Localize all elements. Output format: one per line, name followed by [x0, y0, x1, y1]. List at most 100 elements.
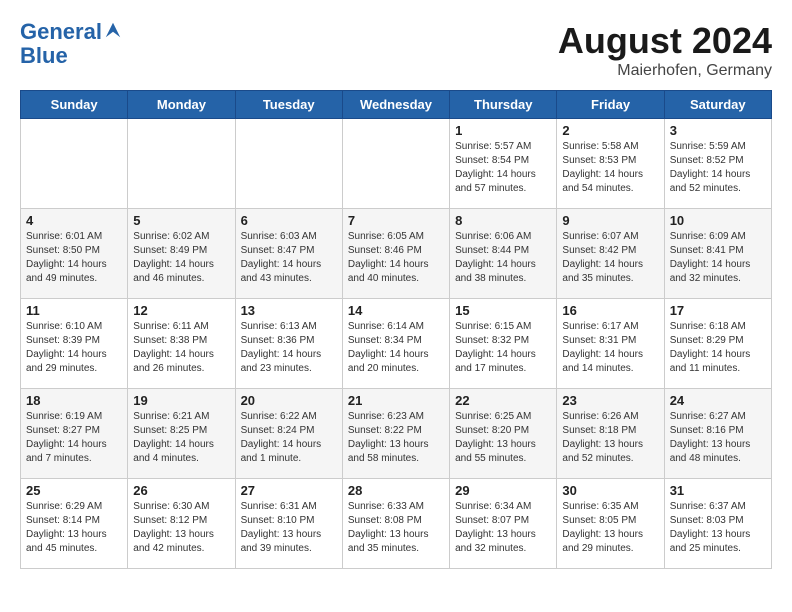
day-number: 30: [562, 483, 658, 498]
day-number: 12: [133, 303, 229, 318]
calendar-cell: 11Sunrise: 6:10 AM Sunset: 8:39 PM Dayli…: [21, 299, 128, 389]
day-info: Sunrise: 6:33 AM Sunset: 8:08 PM Dayligh…: [348, 500, 444, 556]
calendar-cell: 13 Sunrise: 6:13 AM Sunset: 8:36 PM Dayli…: [235, 299, 342, 389]
weekday-header-friday: Friday: [557, 91, 664, 119]
calendar-body: 1Sunrise: 5:57 AM Sunset: 8:54 PM Daylig…: [21, 119, 772, 569]
weekday-header-monday: Monday: [128, 91, 235, 119]
day-number: 22: [455, 393, 551, 408]
calendar-week-row: 25 Sunrise: 6:29 AM Sunset: 8:14 PM Dayli…: [21, 479, 772, 569]
calendar-cell: 17 Sunrise: 6:18 AM Sunset: 8:29 PM Dayli…: [664, 299, 771, 389]
calendar-cell: 8 Sunrise: 6:06 AM Sunset: 8:44 PM Daylig…: [450, 209, 557, 299]
logo: General Blue: [20, 20, 122, 68]
day-info: Sunrise: 6:29 AM Sunset: 8:14 PM Dayligh…: [26, 500, 122, 556]
calendar-cell: [128, 119, 235, 209]
day-info: Sunrise: 6:18 AM Sunset: 8:29 PM Dayligh…: [670, 320, 766, 376]
day-number: 19: [133, 393, 229, 408]
day-info: Sunrise: 6:10 AM Sunset: 8:39 PM Dayligh…: [26, 320, 122, 376]
calendar-cell: 2 Sunrise: 5:58 AM Sunset: 8:53 PM Daylig…: [557, 119, 664, 209]
calendar-header: SundayMondayTuesdayWednesdayThursdayFrid…: [21, 91, 772, 119]
day-info: Sunrise: 6:19 AM Sunset: 8:27 PM Dayligh…: [26, 410, 122, 466]
day-info: Sunrise: 6:34 AM Sunset: 8:07 PM Dayligh…: [455, 500, 551, 556]
day-number: 23: [562, 393, 658, 408]
day-number: 7: [348, 213, 444, 228]
calendar-week-row: 18 Sunrise: 6:19 AM Sunset: 8:27 PM Dayli…: [21, 389, 772, 479]
weekday-header-wednesday: Wednesday: [342, 91, 449, 119]
day-info: Sunrise: 6:06 AM Sunset: 8:44 PM Dayligh…: [455, 230, 551, 286]
calendar-cell: [235, 119, 342, 209]
day-info: Sunrise: 6:21 AM Sunset: 8:25 PM Dayligh…: [133, 410, 229, 466]
day-info: Sunrise: 6:25 AM Sunset: 8:20 PM Dayligh…: [455, 410, 551, 466]
day-info: Sunrise: 6:17 AM Sunset: 8:31 PM Dayligh…: [562, 320, 658, 376]
day-info: Sunrise: 6:31 AM Sunset: 8:10 PM Dayligh…: [241, 500, 337, 556]
day-info: Sunrise: 5:59 AM Sunset: 8:52 PM Dayligh…: [670, 140, 766, 196]
day-number: 13: [241, 303, 337, 318]
calendar-cell: [342, 119, 449, 209]
calendar-cell: 22 Sunrise: 6:25 AM Sunset: 8:20 PM Dayli…: [450, 389, 557, 479]
day-info: Sunrise: 6:26 AM Sunset: 8:18 PM Dayligh…: [562, 410, 658, 466]
calendar-cell: 10Sunrise: 6:09 AM Sunset: 8:41 PM Dayli…: [664, 209, 771, 299]
weekday-header-sunday: Sunday: [21, 91, 128, 119]
calendar-week-row: 4Sunrise: 6:01 AM Sunset: 8:50 PM Daylig…: [21, 209, 772, 299]
title-block: August 2024 Maierhofen, Germany: [558, 20, 772, 80]
day-info: Sunrise: 6:03 AM Sunset: 8:47 PM Dayligh…: [241, 230, 337, 286]
calendar-cell: 15 Sunrise: 6:15 AM Sunset: 8:32 PM Dayli…: [450, 299, 557, 389]
day-number: 18: [26, 393, 122, 408]
calendar-cell: 19 Sunrise: 6:21 AM Sunset: 8:25 PM Dayli…: [128, 389, 235, 479]
calendar-cell: 12 Sunrise: 6:11 AM Sunset: 8:38 PM Dayli…: [128, 299, 235, 389]
calendar-cell: 26Sunrise: 6:30 AM Sunset: 8:12 PM Dayli…: [128, 479, 235, 569]
calendar-week-row: 1Sunrise: 5:57 AM Sunset: 8:54 PM Daylig…: [21, 119, 772, 209]
calendar-cell: 5Sunrise: 6:02 AM Sunset: 8:49 PM Daylig…: [128, 209, 235, 299]
calendar-cell: 21 Sunrise: 6:23 AM Sunset: 8:22 PM Dayli…: [342, 389, 449, 479]
calendar-cell: 24Sunrise: 6:27 AM Sunset: 8:16 PM Dayli…: [664, 389, 771, 479]
day-info: Sunrise: 6:22 AM Sunset: 8:24 PM Dayligh…: [241, 410, 337, 466]
day-info: Sunrise: 6:07 AM Sunset: 8:42 PM Dayligh…: [562, 230, 658, 286]
day-info: Sunrise: 6:13 AM Sunset: 8:36 PM Dayligh…: [241, 320, 337, 376]
day-number: 6: [241, 213, 337, 228]
day-info: Sunrise: 6:35 AM Sunset: 8:05 PM Dayligh…: [562, 500, 658, 556]
calendar-cell: 3 Sunrise: 5:59 AM Sunset: 8:52 PM Daylig…: [664, 119, 771, 209]
month-year: August 2024: [558, 20, 772, 62]
calendar-cell: 31 Sunrise: 6:37 AM Sunset: 8:03 PM Dayli…: [664, 479, 771, 569]
day-info: Sunrise: 6:14 AM Sunset: 8:34 PM Dayligh…: [348, 320, 444, 376]
weekday-header-thursday: Thursday: [450, 91, 557, 119]
calendar-cell: 23 Sunrise: 6:26 AM Sunset: 8:18 PM Dayli…: [557, 389, 664, 479]
calendar-cell: 6 Sunrise: 6:03 AM Sunset: 8:47 PM Daylig…: [235, 209, 342, 299]
day-number: 14: [348, 303, 444, 318]
day-info: Sunrise: 6:23 AM Sunset: 8:22 PM Dayligh…: [348, 410, 444, 466]
day-number: 20: [241, 393, 337, 408]
day-number: 16: [562, 303, 658, 318]
calendar-cell: 9Sunrise: 6:07 AM Sunset: 8:42 PM Daylig…: [557, 209, 664, 299]
day-info: Sunrise: 5:57 AM Sunset: 8:54 PM Dayligh…: [455, 140, 551, 196]
day-info: Sunrise: 6:11 AM Sunset: 8:38 PM Dayligh…: [133, 320, 229, 376]
day-number: 21: [348, 393, 444, 408]
day-number: 17: [670, 303, 766, 318]
day-number: 8: [455, 213, 551, 228]
day-number: 15: [455, 303, 551, 318]
weekday-header-saturday: Saturday: [664, 91, 771, 119]
location: Maierhofen, Germany: [558, 62, 772, 80]
day-number: 26: [133, 483, 229, 498]
day-info: Sunrise: 5:58 AM Sunset: 8:53 PM Dayligh…: [562, 140, 658, 196]
day-info: Sunrise: 6:15 AM Sunset: 8:32 PM Dayligh…: [455, 320, 551, 376]
weekday-header-tuesday: Tuesday: [235, 91, 342, 119]
calendar-cell: 25 Sunrise: 6:29 AM Sunset: 8:14 PM Dayli…: [21, 479, 128, 569]
calendar-cell: 30 Sunrise: 6:35 AM Sunset: 8:05 PM Dayli…: [557, 479, 664, 569]
page-header: General Blue August 2024 Maierhofen, Ger…: [20, 20, 772, 80]
day-number: 4: [26, 213, 122, 228]
day-info: Sunrise: 6:09 AM Sunset: 8:41 PM Dayligh…: [670, 230, 766, 286]
day-number: 3: [670, 123, 766, 138]
calendar-cell: 18 Sunrise: 6:19 AM Sunset: 8:27 PM Dayli…: [21, 389, 128, 479]
day-number: 27: [241, 483, 337, 498]
calendar-table: SundayMondayTuesdayWednesdayThursdayFrid…: [20, 90, 772, 569]
day-number: 31: [670, 483, 766, 498]
weekday-header-row: SundayMondayTuesdayWednesdayThursdayFrid…: [21, 91, 772, 119]
calendar-cell: 20 Sunrise: 6:22 AM Sunset: 8:24 PM Dayli…: [235, 389, 342, 479]
day-info: Sunrise: 6:37 AM Sunset: 8:03 PM Dayligh…: [670, 500, 766, 556]
calendar-cell: 29Sunrise: 6:34 AM Sunset: 8:07 PM Dayli…: [450, 479, 557, 569]
calendar-cell: 1Sunrise: 5:57 AM Sunset: 8:54 PM Daylig…: [450, 119, 557, 209]
day-info: Sunrise: 6:02 AM Sunset: 8:49 PM Dayligh…: [133, 230, 229, 286]
day-number: 2: [562, 123, 658, 138]
calendar-cell: 16 Sunrise: 6:17 AM Sunset: 8:31 PM Dayli…: [557, 299, 664, 389]
day-number: 25: [26, 483, 122, 498]
calendar-cell: 7Sunrise: 6:05 AM Sunset: 8:46 PM Daylig…: [342, 209, 449, 299]
